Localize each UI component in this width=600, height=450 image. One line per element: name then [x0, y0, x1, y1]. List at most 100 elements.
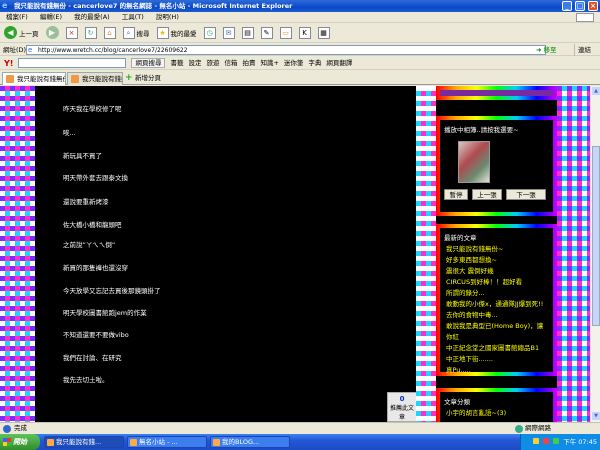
recent-post-link[interactable]: CIRCUS到好棒！！超好看 — [446, 276, 522, 286]
vertical-scrollbar[interactable]: ▲ ▼ — [590, 86, 600, 422]
recent-post-link[interactable]: 震很大 震倒好幾 — [446, 265, 494, 275]
yahoo-settings[interactable]: 設定 — [188, 57, 201, 70]
yahoo-auction[interactable]: 拍賣 — [242, 57, 255, 70]
menu-edit[interactable]: 編輯(E) — [40, 13, 62, 21]
post-line: 明天學校圖書館跑jem的作業 — [63, 309, 147, 317]
category-link[interactable]: 小宇的胡言亂語~(3) — [446, 407, 506, 417]
post-line: 明天帶外套去跟泰文換 — [63, 174, 128, 182]
post-line: 新買的那隻褲也還沒穿 — [63, 264, 128, 272]
yahoo-bookmarks[interactable]: 書籤 — [170, 57, 183, 70]
post-line: 之前說”ㄚㄟㄟ倒” — [63, 241, 116, 249]
taskbar-app[interactable]: 我只能說有錢... — [44, 436, 124, 448]
favorites-button[interactable]: ★ 我的最愛 — [155, 25, 199, 41]
decorative-right-border — [557, 86, 590, 422]
menu-help[interactable]: 說明(H) — [156, 13, 179, 21]
menu-favorites[interactable]: 我的最愛(A) — [74, 13, 110, 21]
research-icon: ▦ — [317, 26, 330, 39]
scroll-up-icon[interactable]: ▲ — [592, 87, 600, 95]
forward-button[interactable]: ▶ — [44, 25, 61, 41]
recent-post-link[interactable]: 去你的食物中毒... — [446, 309, 498, 319]
tray-icon[interactable] — [532, 438, 539, 444]
mail-button[interactable]: ✉ — [221, 25, 237, 41]
taskbar: 開始 我只能說有錢... 無名小站 - ... 我的BLOG... 下午 07:… — [0, 434, 600, 450]
recent-post-link[interactable]: 你紅 — [446, 331, 459, 341]
recent-post-link[interactable]: 敢說我是典型已(Home Boy)，讓 — [446, 320, 543, 330]
tab-label: 我只能說有錢無份 - ... — [17, 75, 66, 83]
tab-2[interactable]: 我只能說有錢無份 - cancerlo... — [67, 72, 123, 85]
address-url: http://www.wretch.cc/blog/cancerlove7/22… — [38, 47, 188, 54]
post-categories: 文章分類 小宇的胡言亂語~(3) — [436, 388, 557, 422]
yahoo-mail[interactable]: 信箱 — [224, 57, 237, 70]
yahoo-mini-notes[interactable]: 迷你筆 — [284, 57, 304, 70]
refresh-button[interactable]: ↻ — [83, 25, 99, 41]
scrollbar-thumb[interactable] — [592, 146, 600, 326]
tab-1[interactable]: 我只能說有錢無份 - ... — [2, 72, 66, 85]
tray-icon[interactable] — [553, 438, 560, 444]
recent-post-link[interactable]: 好多東西都想換~ — [446, 254, 497, 264]
pause-button[interactable]: 暫停 — [444, 189, 468, 200]
tray-icon[interactable] — [543, 438, 550, 444]
history-button[interactable]: ◷ — [202, 25, 218, 41]
ie-icon — [213, 439, 220, 446]
next-button[interactable]: 下一張 — [506, 189, 546, 200]
edit-button[interactable]: ✎ — [259, 25, 275, 41]
album-photo[interactable] — [458, 141, 490, 183]
globe-icon — [515, 425, 523, 433]
go-button[interactable]: ➜ 移至 — [536, 44, 557, 56]
sidebar-top-banner — [436, 86, 557, 100]
ie-icon: e — [2, 1, 8, 10]
research-button[interactable]: ▦ — [316, 25, 332, 41]
recent-post-link[interactable]: 中正地下街....... — [446, 353, 493, 363]
address-label: 網址(D) — [3, 46, 27, 54]
recent-post-link[interactable]: 敢動我的小傑x，通通隊JJ爆到死!! — [446, 298, 543, 308]
menu-bar: 檔案(F) 編輯(E) 我的最愛(A) 工具(T) 說明(H) — [0, 12, 600, 23]
blog-post: 昨天我在學校修了呢 唉... 新玩具不買了 明天帶外套去跟泰文換 還說要重新烤漆… — [35, 86, 417, 422]
recent-post-link[interactable]: 所謂的錄分... — [446, 287, 485, 297]
recent-post-link[interactable]: 我只能說有錢無份~ — [446, 243, 503, 253]
stop-button[interactable]: × — [64, 25, 80, 41]
links-button[interactable]: 連結 — [574, 44, 591, 56]
yahoo-knowledge[interactable]: 知識+ — [260, 57, 278, 70]
back-button[interactable]: ◀ 上一頁 — [2, 25, 41, 41]
recent-posts-title: 最新的文章 — [444, 234, 477, 242]
yahoo-search-input[interactable] — [18, 58, 127, 68]
yahoo-dictionary[interactable]: 字典 — [308, 57, 321, 70]
status-text: 完成 — [14, 424, 27, 432]
new-tab-button[interactable]: + 新增分頁 — [125, 74, 161, 83]
recent-post-link[interactable]: 真Pu..... — [446, 364, 471, 374]
close-button[interactable]: × — [588, 1, 598, 11]
maximize-button[interactable]: □ — [575, 1, 585, 11]
start-button[interactable]: 開始 — [0, 434, 40, 450]
album-player-title: 播放中相簿..請按我選要~ — [444, 126, 519, 134]
search-button[interactable]: ⌕ 搜尋 — [121, 25, 152, 41]
toolbar: ◀ 上一頁 ▶ × ↻ ⌂ ⌕ 搜尋 ★ 我的最愛 ◷ ✉ ▤ ✎ ▭ K ▦ — [0, 23, 600, 43]
clock[interactable]: 下午 07:45 — [563, 438, 597, 446]
yahoo-search-button[interactable]: 網頁搜尋 — [131, 58, 166, 68]
address-input[interactable]: e http://www.wretch.cc/blog/cancerlove7/… — [26, 45, 546, 55]
address-bar: 網址(D) e http://www.wretch.cc/blog/cancer… — [0, 44, 600, 56]
print-button[interactable]: ▤ — [240, 25, 256, 41]
yahoo-logo[interactable]: Y! — [4, 57, 13, 70]
menu-file[interactable]: 檔案(F) — [6, 13, 28, 21]
folder-button[interactable]: ▭ — [278, 25, 294, 41]
previous-button[interactable]: 上一張 — [472, 189, 502, 200]
recent-post-link[interactable]: 中正紀念堂之國家圖書館總品B1 — [446, 342, 539, 352]
taskbar-app[interactable]: 無名小站 - ... — [127, 436, 207, 448]
back-label: 上一頁 — [19, 29, 39, 38]
recommend-button[interactable]: 0 推薦此文章 — [387, 392, 417, 422]
home-button[interactable]: ⌂ — [102, 25, 118, 41]
windows-logo-icon — [576, 13, 594, 22]
recommend-label: 推薦此文章 — [389, 405, 414, 421]
messenger-button[interactable]: K — [297, 25, 313, 41]
title-bar: e 我只能說有錢無份 - cancerlove7 的無名網誌 - 無名小站 - … — [0, 0, 600, 12]
stop-icon: × — [65, 26, 78, 39]
menu-tools[interactable]: 工具(T) — [122, 13, 144, 21]
tab-bar: 我只能說有錢無份 - ... 我只能說有錢無份 - cancerlo... + … — [0, 71, 600, 85]
post-line: 佐大橋小橋和龍頭吧 — [63, 221, 122, 229]
scroll-down-icon[interactable]: ▼ — [592, 412, 600, 420]
yahoo-travel[interactable]: 旅遊 — [206, 57, 219, 70]
yahoo-translate[interactable]: 網頁翻譯 — [326, 57, 352, 70]
minimize-button[interactable]: _ — [562, 1, 572, 11]
search-icon: ⌕ — [122, 26, 135, 39]
taskbar-app[interactable]: 我的BLOG... — [210, 436, 290, 448]
